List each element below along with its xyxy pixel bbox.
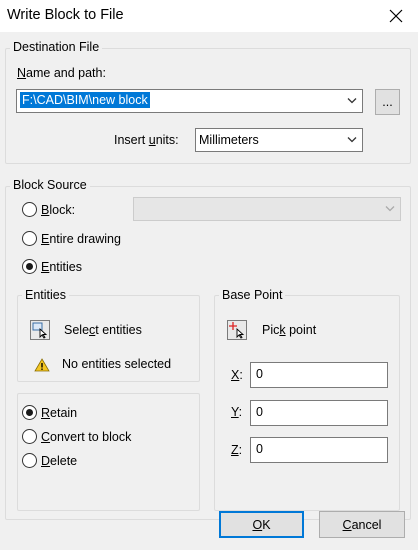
select-entities-icon [32, 322, 48, 339]
entities-radio-label: Entities [41, 259, 82, 274]
entities-radio-indicator[interactable] [22, 259, 37, 274]
select-entities-button[interactable] [30, 320, 50, 340]
z-label: Z: [231, 443, 243, 457]
y-label: Y: [231, 405, 243, 419]
base-point-legend: Base Point [219, 288, 286, 302]
ok-label: OK [252, 517, 271, 532]
y-input[interactable]: 0 [250, 400, 388, 426]
pick-point-label: Pick point [262, 323, 317, 337]
retain-radio[interactable]: Retain [22, 405, 77, 420]
entire-drawing-radio[interactable]: Entire drawing [22, 231, 121, 246]
delete-radio-indicator[interactable] [22, 453, 37, 468]
warning-icon [34, 358, 50, 372]
block-radio-label: Block: [41, 202, 76, 217]
write-block-dialog: Write Block to File Destination File Nam… [0, 0, 418, 550]
chevron-down-icon [385, 206, 395, 212]
insert-units-label: Insert units: [114, 133, 179, 147]
insert-units-combobox[interactable]: Millimeters [195, 128, 363, 152]
title-bar: Write Block to File [0, 0, 418, 32]
name-path-label: Name and path: [17, 66, 106, 80]
entities-legend: Entities [22, 288, 69, 302]
block-name-combobox[interactable] [133, 197, 401, 221]
convert-to-block-radio-indicator[interactable] [22, 429, 37, 444]
insert-units-value: Millimeters [199, 133, 259, 147]
dialog-body: Destination File Name and path: F:\CAD\B… [0, 32, 418, 550]
z-input[interactable]: 0 [250, 437, 388, 463]
retain-radio-indicator[interactable] [22, 405, 37, 420]
chevron-down-icon [347, 137, 357, 143]
x-label: X: [231, 368, 243, 382]
convert-to-block-radio[interactable]: Convert to block [22, 429, 131, 444]
convert-to-block-label: Convert to block [41, 429, 132, 444]
chevron-down-icon [347, 98, 357, 104]
block-source-legend: Block Source [10, 178, 90, 192]
pick-point-button[interactable] [227, 320, 247, 340]
close-icon [389, 9, 403, 23]
cancel-label: Cancel [342, 517, 382, 532]
retain-label: Retain [41, 405, 78, 420]
ok-button[interactable]: OK [219, 511, 304, 538]
x-value: 0 [256, 367, 263, 381]
entities-status-text: No entities selected [62, 357, 172, 371]
delete-radio[interactable]: Delete [22, 453, 77, 468]
block-radio-indicator[interactable] [22, 202, 37, 217]
window-title: Write Block to File [7, 7, 124, 23]
entire-drawing-label: Entire drawing [41, 231, 121, 246]
y-value: 0 [256, 405, 263, 419]
x-input[interactable]: 0 [250, 362, 388, 388]
block-radio[interactable]: Block: [22, 202, 75, 217]
delete-label: Delete [41, 453, 78, 468]
path-combobox[interactable]: F:\CAD\BIM\new block [16, 89, 363, 113]
pick-point-icon [229, 322, 245, 339]
entire-drawing-radio-indicator[interactable] [22, 231, 37, 246]
entities-radio[interactable]: Entities [22, 259, 82, 274]
close-button[interactable] [380, 3, 412, 29]
cancel-button[interactable]: Cancel [319, 511, 405, 538]
z-value: 0 [256, 442, 263, 456]
select-entities-label: Select entities [64, 323, 142, 337]
destination-file-legend: Destination File [10, 40, 103, 54]
browse-button[interactable]: ... [375, 89, 400, 115]
path-value: F:\CAD\BIM\new block [20, 92, 150, 108]
